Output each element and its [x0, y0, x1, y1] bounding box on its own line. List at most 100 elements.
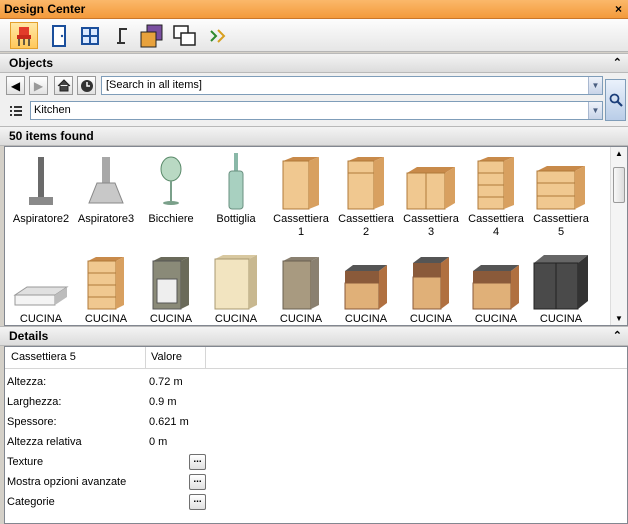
- property-key: Larghezza:: [7, 396, 62, 408]
- item-cucina-9[interactable]: CUCINA: [529, 251, 593, 325]
- search-placeholder: [Search in all items]: [106, 79, 202, 91]
- item-thumbnail: [399, 251, 463, 311]
- item-thumbnail: [269, 251, 333, 311]
- item-thumbnail: [139, 251, 203, 311]
- item-aspiratore2[interactable]: Aspiratore2: [9, 151, 73, 226]
- item-cassettiera-2[interactable]: Cassettiera 2: [334, 151, 398, 239]
- view-button[interactable]: [171, 22, 199, 49]
- item-label: CUCINA: [344, 313, 388, 325]
- items-scrollbar[interactable]: ▲ ▼: [610, 147, 627, 325]
- item-cucina-3[interactable]: CUCINA: [139, 251, 203, 325]
- column-divider: [205, 347, 206, 369]
- item-thumbnail: [204, 151, 268, 211]
- home-button[interactable]: [54, 76, 73, 95]
- window-button[interactable]: [76, 22, 104, 49]
- item-cassettiera-5[interactable]: Cassettiera 5: [529, 151, 593, 239]
- chevron-down-icon: ▼: [591, 81, 600, 90]
- category-toolbar: [0, 19, 628, 52]
- item-cucina-5[interactable]: CUCINA: [269, 251, 333, 325]
- item-thumbnail: [9, 251, 73, 311]
- item-thumbnail: [334, 151, 398, 211]
- item-label: Cassettiera 3: [403, 213, 459, 238]
- item-label: CUCINA: [84, 313, 128, 325]
- details-section-header[interactable]: Details ⌃: [0, 326, 628, 346]
- item-thumbnail: [464, 151, 528, 211]
- collapse-icon[interactable]: ⌃: [613, 54, 622, 72]
- scrollbar-thumb[interactable]: [613, 167, 625, 203]
- property-key: Altezza:: [7, 376, 47, 388]
- texture-browse-button[interactable]: ...: [189, 454, 206, 470]
- transform-icon: [210, 28, 226, 43]
- chair-icon: [17, 26, 31, 46]
- search-input[interactable]: [Search in all items] ▼: [101, 76, 603, 95]
- property-key: Altezza relativa: [7, 436, 82, 448]
- item-thumbnail: [74, 251, 138, 311]
- clock-icon: [80, 79, 93, 92]
- item-label: Cassettiera 2: [338, 213, 394, 238]
- item-label: CUCINA: [539, 313, 583, 325]
- item-cucina-1[interactable]: CUCINA: [9, 251, 73, 325]
- furniture-button[interactable]: [10, 22, 38, 49]
- column-divider: [145, 347, 146, 369]
- item-label: CUCINA: [214, 313, 258, 325]
- item-cassettiera-3[interactable]: Cassettiera 3: [399, 151, 463, 239]
- item-cucina-6[interactable]: CUCINA: [334, 251, 398, 325]
- property-value[interactable]: 0.9 m: [149, 392, 177, 412]
- back-button[interactable]: ◀: [6, 76, 25, 95]
- home-icon: [57, 79, 70, 92]
- property-row-texture: Texture ...: [7, 452, 217, 472]
- category-dropdown[interactable]: ▼: [588, 102, 602, 119]
- list-icon: [9, 105, 22, 116]
- collapse-icon[interactable]: ⌃: [613, 327, 622, 345]
- item-label: CUCINA: [409, 313, 453, 325]
- item-cucina-7[interactable]: CUCINA: [399, 251, 463, 325]
- property-value[interactable]: 0 m: [149, 432, 167, 452]
- item-thumbnail: [9, 151, 73, 211]
- recent-button[interactable]: [77, 76, 96, 95]
- material-button[interactable]: [138, 22, 166, 49]
- property-row-spessore: Spessore: 0.621 m: [7, 412, 189, 432]
- item-cucina-2[interactable]: CUCINA: [74, 251, 138, 325]
- door-button[interactable]: [45, 22, 73, 49]
- item-bottiglia[interactable]: Bottiglia: [204, 151, 268, 226]
- objects-section-header[interactable]: Objects ⌃: [0, 53, 628, 73]
- item-thumbnail: [529, 251, 593, 311]
- arrow-right-icon: ▶: [33, 78, 44, 93]
- scroll-down-icon[interactable]: ▼: [615, 314, 623, 323]
- property-value[interactable]: 0.72 m: [149, 372, 183, 392]
- forward-button[interactable]: ▶: [29, 76, 48, 95]
- search-history-dropdown[interactable]: ▼: [588, 77, 602, 94]
- property-row-larghezza: Larghezza: 0.9 m: [7, 392, 177, 412]
- item-bicchiere[interactable]: Bicchiere: [139, 151, 203, 226]
- item-label: Bicchiere: [148, 213, 194, 225]
- item-label: CUCINA: [474, 313, 518, 325]
- details-header-title: Details: [9, 329, 49, 343]
- transform-button[interactable]: [204, 22, 232, 49]
- view-icon: [173, 24, 196, 46]
- item-cucina-8[interactable]: CUCINA: [464, 251, 528, 325]
- lamp-button[interactable]: [108, 22, 136, 49]
- category-select[interactable]: Kitchen ▼: [30, 101, 603, 120]
- window-title-bar: Design Center ×: [0, 0, 628, 19]
- advanced-options-button[interactable]: ...: [189, 474, 206, 490]
- item-thumbnail: [529, 151, 593, 211]
- item-cassettiera-4[interactable]: Cassettiera 4: [464, 151, 528, 239]
- scroll-up-icon[interactable]: ▲: [615, 149, 623, 158]
- property-key: Spessore:: [7, 416, 57, 428]
- category-value: Kitchen: [34, 104, 71, 116]
- item-aspiratore3[interactable]: Aspiratore3: [74, 151, 138, 226]
- property-value[interactable]: 0.621 m: [149, 412, 189, 432]
- item-cassettiera-1[interactable]: Cassettiera 1: [269, 151, 333, 239]
- property-name-column: Cassettiera 5: [11, 351, 76, 363]
- items-grid: Aspiratore2 Aspiratore3 Bicchiere Bottig…: [4, 146, 628, 326]
- categories-button[interactable]: ...: [189, 494, 206, 510]
- item-cucina-4[interactable]: CUCINA: [204, 251, 268, 325]
- lamp-icon: [117, 27, 127, 44]
- close-icon[interactable]: ×: [615, 2, 622, 16]
- list-view-button[interactable]: [6, 101, 25, 120]
- objects-header-title: Objects: [9, 56, 54, 70]
- property-row-altezza: Altezza: 0.72 m: [7, 372, 183, 392]
- details-column-header: Cassettiera 5 Valore: [5, 347, 627, 369]
- arrow-left-icon: ◀: [10, 78, 21, 93]
- search-button[interactable]: [605, 79, 626, 121]
